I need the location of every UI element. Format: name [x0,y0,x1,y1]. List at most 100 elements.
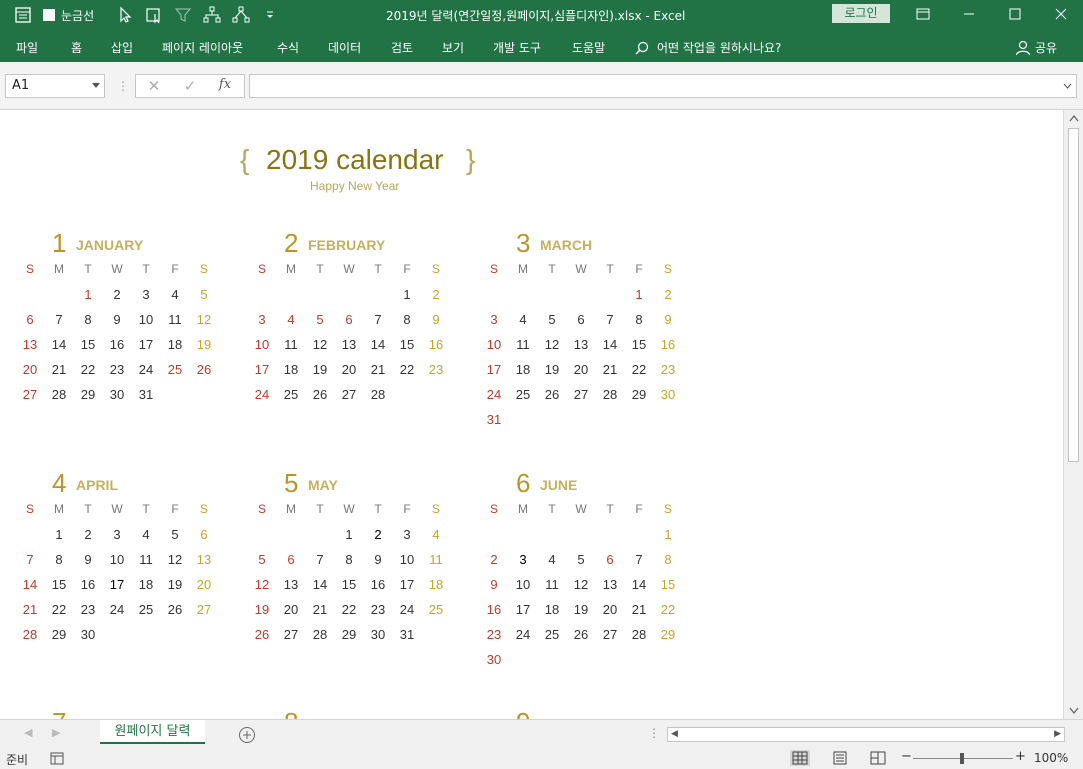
scroll-left-icon[interactable]: ◀ [671,729,678,739]
calendar-day[interactable]: 2 [422,287,450,302]
calendar-day[interactable]: 30 [74,627,102,642]
minimize-icon[interactable] [954,4,984,24]
page-break-view-button[interactable] [868,750,888,766]
calendar-day[interactable]: 20 [16,362,44,377]
calendar-day[interactable]: 12 [567,577,595,592]
calendar-day[interactable]: 17 [132,337,160,352]
calendar-day[interactable]: 4 [509,312,537,327]
tab-data[interactable]: 데이터 [328,39,361,56]
calendar-day[interactable]: 27 [16,387,44,402]
calendar-day[interactable]: 18 [132,577,160,592]
calendar-day[interactable]: 13 [277,577,305,592]
calendar-day[interactable]: 10 [393,552,421,567]
org-chart-icon[interactable] [203,6,221,24]
calendar-day[interactable]: 9 [364,552,392,567]
calendar-day[interactable]: 9 [654,312,682,327]
hierarchy-icon[interactable] [232,6,250,24]
enter-icon[interactable]: ✓ [170,77,210,95]
calendar-day[interactable]: 18 [277,362,305,377]
calendar-day[interactable]: 17 [248,362,276,377]
calendar-day[interactable]: 1 [654,527,682,542]
calendar-day[interactable]: 19 [306,362,334,377]
calendar-day[interactable]: 14 [364,337,392,352]
calendar-day[interactable]: 12 [190,312,218,327]
calendar-day[interactable]: 19 [190,337,218,352]
tab-review[interactable]: 검토 [391,39,413,56]
calendar-day[interactable]: 22 [393,362,421,377]
calendar-day[interactable]: 27 [596,627,624,642]
gridlines-toggle[interactable]: 눈금선 [43,7,94,24]
calendar-day[interactable]: 7 [596,312,624,327]
calendar-day[interactable]: 5 [306,312,334,327]
select-objects-icon[interactable] [116,6,134,24]
calendar-day[interactable]: 6 [277,552,305,567]
calendar-day[interactable]: 30 [654,387,682,402]
calendar-day[interactable]: 6 [596,552,624,567]
calendar-day[interactable]: 30 [364,627,392,642]
calendar-day[interactable]: 22 [654,602,682,617]
calendar-day[interactable]: 6 [16,312,44,327]
calendar-day[interactable]: 30 [480,652,508,667]
calendar-day[interactable]: 1 [74,287,102,302]
calendar-day[interactable]: 20 [596,602,624,617]
calendar-day[interactable]: 26 [190,362,218,377]
calendar-day[interactable]: 10 [480,337,508,352]
calendar-day[interactable]: 23 [74,602,102,617]
calendar-day[interactable]: 17 [509,602,537,617]
form-icon[interactable] [14,6,32,24]
calendar-day[interactable]: 20 [567,362,595,377]
calendar-day[interactable]: 21 [45,362,73,377]
calendar-day[interactable]: 21 [364,362,392,377]
calendar-day[interactable]: 2 [103,287,131,302]
calendar-day[interactable]: 21 [596,362,624,377]
calendar-day[interactable]: 19 [538,362,566,377]
tab-home[interactable]: 홈 [71,39,82,56]
zoom-in-icon[interactable]: + [1015,749,1026,764]
calendar-day[interactable]: 4 [538,552,566,567]
calendar-day[interactable]: 26 [567,627,595,642]
calendar-day[interactable]: 13 [335,337,363,352]
calendar-day[interactable]: 27 [190,602,218,617]
calendar-day[interactable]: 9 [422,312,450,327]
scroll-up-icon[interactable] [1069,114,1079,122]
calendar-day[interactable]: 14 [306,577,334,592]
calendar-day[interactable]: 25 [538,627,566,642]
calendar-day[interactable]: 4 [132,527,160,542]
calendar-day[interactable]: 7 [16,552,44,567]
calendar-day[interactable]: 16 [480,602,508,617]
tab-formulas[interactable]: 수식 [277,39,299,56]
prev-sheet-icon[interactable]: ◀ [24,726,32,739]
calendar-day[interactable]: 3 [248,312,276,327]
calendar-day[interactable]: 26 [248,627,276,642]
calendar-day[interactable]: 12 [161,552,189,567]
calendar-day[interactable]: 3 [393,527,421,542]
calendar-day[interactable]: 29 [74,387,102,402]
calendar-day[interactable]: 18 [509,362,537,377]
calendar-day[interactable]: 11 [422,552,450,567]
calendar-day[interactable]: 1 [393,287,421,302]
sheet-tab-onepage[interactable]: 원페이지 달력 [100,720,205,744]
calendar-day[interactable]: 12 [538,337,566,352]
customize-toolbar-icon[interactable] [261,6,279,24]
calendar-day[interactable]: 2 [480,552,508,567]
calendar-day[interactable]: 3 [103,527,131,542]
calendar-day[interactable]: 16 [103,337,131,352]
calendar-day[interactable]: 28 [306,627,334,642]
calendar-day[interactable]: 11 [161,312,189,327]
calendar-day[interactable]: 23 [654,362,682,377]
calendar-day[interactable]: 10 [248,337,276,352]
close-icon[interactable] [1046,4,1076,24]
calendar-day[interactable]: 25 [132,602,160,617]
share-button[interactable]: 공유 [1015,39,1057,56]
calendar-day[interactable]: 24 [248,387,276,402]
calendar-day[interactable]: 16 [422,337,450,352]
calendar-day[interactable]: 14 [596,337,624,352]
calendar-day[interactable]: 15 [74,337,102,352]
calendar-day[interactable]: 16 [74,577,102,592]
calendar-day[interactable]: 10 [103,552,131,567]
calendar-day[interactable]: 15 [45,577,73,592]
calendar-day[interactable]: 26 [161,602,189,617]
calendar-day[interactable]: 11 [509,337,537,352]
calendar-day[interactable]: 20 [335,362,363,377]
tab-help[interactable]: 도움말 [572,39,605,56]
